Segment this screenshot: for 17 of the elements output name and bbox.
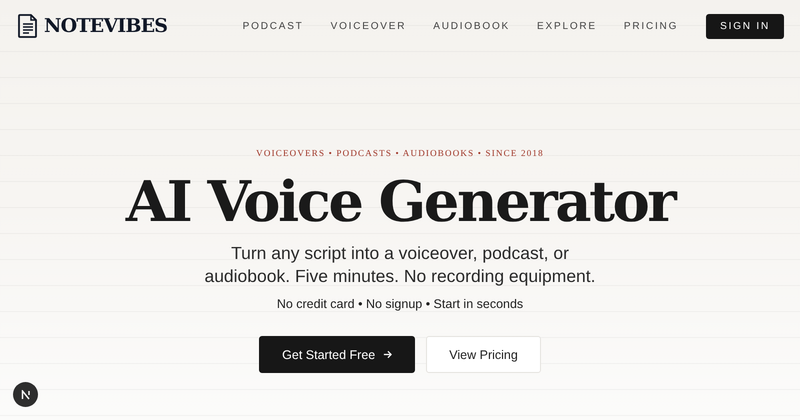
logo-badge[interactable]	[13, 382, 38, 407]
view-pricing-button[interactable]: View Pricing	[426, 336, 541, 373]
hero-note: No credit card • No signup • Start in seconds	[276, 297, 524, 311]
hero-subtitle: Turn any script into a voiceover, podcast, or audiobook. Five minutes. No recording equipment.	[203, 242, 597, 288]
arrow-right-icon	[383, 350, 392, 359]
brand-name: NOTEVIBES	[44, 15, 168, 37]
hero-title: AI Voice Generator	[126, 170, 674, 234]
nav-link[interactable]: AUDIOBOOK	[433, 20, 510, 32]
nav-link[interactable]: PRICING	[624, 20, 678, 32]
get-started-button[interactable]: Get Started Free	[259, 336, 416, 373]
sign-in-button[interactable]: SIGN IN	[706, 14, 784, 38]
nav-link[interactable]: PODCAST	[242, 20, 304, 32]
eyebrow-text: VOICEOVERS • PODCASTS • AUDIOBOOKS • SINCE 2018	[256, 148, 544, 158]
document-icon	[18, 14, 38, 38]
nav-link[interactable]: EXPLORE	[537, 20, 597, 32]
logo-icon	[20, 390, 30, 400]
nav-link[interactable]: VOICEOVER	[330, 20, 406, 32]
